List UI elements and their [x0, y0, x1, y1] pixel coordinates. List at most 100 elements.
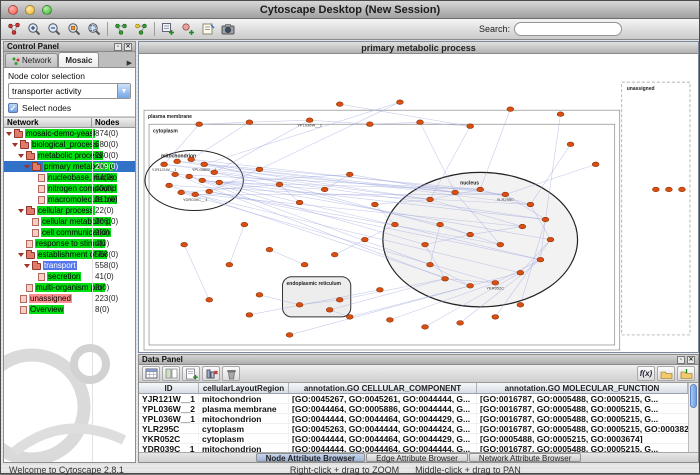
expand-toggle-icon[interactable] [18, 251, 25, 259]
network-edge[interactable] [191, 122, 249, 159]
network-edge[interactable] [259, 102, 400, 169]
network-node[interactable] [507, 107, 514, 112]
network-node[interactable] [527, 202, 534, 207]
network-node[interactable] [457, 321, 464, 326]
tree-item[interactable]: cell communication9(0) [4, 227, 135, 238]
select-nodes-checkbox[interactable]: ✓ [8, 103, 18, 113]
tab-node-attribute-browser[interactable]: Node Attribute Browser [256, 453, 366, 462]
network-node[interactable] [286, 333, 293, 338]
tree-item[interactable]: metabolic process280(0) [4, 150, 135, 161]
tree-item[interactable]: nitrogen compound m40(0) [4, 183, 135, 194]
network-node[interactable] [361, 237, 368, 242]
network-node[interactable] [652, 187, 659, 192]
network-node[interactable] [422, 325, 429, 330]
network-node[interactable] [519, 224, 526, 229]
tree-header-nodes[interactable]: Nodes [92, 118, 119, 127]
network-node[interactable] [427, 262, 434, 267]
network-node[interactable] [346, 315, 353, 320]
network-node[interactable] [178, 190, 185, 195]
network-node[interactable] [296, 200, 303, 205]
expand-toggle-icon[interactable] [12, 141, 19, 149]
tree-item[interactable]: establishment of locali558(0) [4, 249, 135, 260]
tree-item[interactable]: nucleobase, nucleosid64(0) [4, 172, 135, 183]
network-node[interactable] [206, 189, 213, 194]
select-neighbors-button[interactable] [131, 20, 151, 38]
network-node[interactable] [256, 167, 263, 172]
network-node[interactable] [497, 242, 504, 247]
network-node[interactable] [517, 270, 524, 275]
tree-item[interactable]: Overview8(0) [4, 304, 135, 315]
network-node[interactable] [366, 122, 373, 127]
close-panel-icon[interactable]: ✕ [124, 43, 132, 51]
expand-toggle-icon[interactable] [18, 207, 25, 215]
network-node[interactable] [188, 157, 195, 162]
network-node[interactable] [386, 318, 393, 323]
network-node[interactable] [216, 180, 223, 185]
table-row[interactable]: YDR039C__1mitochondrion[GO:0044444, GO:0… [139, 444, 698, 452]
network-node[interactable] [392, 222, 399, 227]
tree-item[interactable]: transport558(0) [4, 260, 135, 271]
network-node[interactable] [172, 172, 179, 177]
network-node[interactable] [477, 187, 484, 192]
table-row[interactable]: YJR121W__1mitochondrion[GO:0045267, GO:0… [139, 394, 698, 404]
expand-toggle-icon[interactable] [6, 130, 13, 138]
zoom-out-button[interactable] [44, 20, 64, 38]
network-node[interactable] [537, 257, 544, 262]
network-node[interactable] [166, 183, 173, 188]
column-header[interactable]: annotation.GO CELLULAR_COMPONENT [289, 383, 477, 393]
network-node[interactable] [246, 120, 253, 125]
network-node[interactable] [557, 112, 564, 117]
network-edge[interactable] [269, 250, 304, 265]
expand-toggle-icon[interactable] [24, 163, 31, 171]
network-node[interactable] [346, 172, 353, 177]
network-node[interactable] [517, 303, 524, 308]
trash-button[interactable] [222, 366, 240, 381]
scrollbar-thumb[interactable] [690, 384, 697, 408]
table-vertical-scrollbar[interactable] [688, 383, 698, 452]
window-titlebar[interactable]: Cytoscape Desktop (New Session) [1, 1, 699, 19]
column-header[interactable]: ID [139, 383, 199, 393]
zoom-selected-region-button[interactable] [64, 20, 84, 38]
network-node[interactable] [226, 262, 233, 267]
network-node[interactable] [321, 187, 328, 192]
float-panel-icon[interactable]: ▫ [677, 356, 685, 364]
zoom-in-button[interactable] [24, 20, 44, 38]
tab-network-attribute-browser[interactable]: Network Attribute Browser [469, 453, 581, 462]
zoom-fit-button[interactable] [84, 20, 104, 38]
network-node[interactable] [331, 252, 338, 257]
network-node[interactable] [592, 162, 599, 167]
select-attributes-button[interactable] [142, 366, 160, 381]
network-node[interactable] [452, 190, 459, 195]
tab-overflow-arrow[interactable]: ▶ [125, 59, 134, 67]
network-node[interactable] [422, 242, 429, 247]
function-builder-button[interactable]: f(x) [637, 366, 655, 381]
new-attribute-button[interactable] [182, 366, 200, 381]
network-node[interactable] [492, 315, 499, 320]
network-node[interactable] [326, 308, 333, 313]
column-header[interactable]: cellularLayoutRegion [199, 383, 289, 393]
expand-toggle-icon[interactable] [18, 152, 25, 160]
tree-item[interactable]: response to stimulus4(0) [4, 238, 135, 249]
node-color-select[interactable]: transporter activity ▼ [8, 83, 131, 99]
network-node[interactable] [206, 298, 213, 303]
table-row[interactable]: YPL036W__2plasma membrane[GO:0044464, GO… [139, 404, 698, 414]
network-node[interactable] [376, 287, 383, 292]
delete-attribute-button[interactable] [202, 366, 220, 381]
network-edge[interactable] [229, 225, 244, 265]
network-node[interactable] [196, 122, 203, 127]
expand-toggle-icon[interactable] [24, 262, 31, 270]
network-node[interactable] [266, 247, 273, 252]
network-edge[interactable] [184, 245, 209, 300]
network-node[interactable] [211, 170, 218, 175]
network-node[interactable] [427, 197, 434, 202]
network-node[interactable] [296, 303, 303, 308]
network-node[interactable] [199, 178, 206, 183]
close-panel-icon[interactable]: ✕ [687, 356, 695, 364]
network-node[interactable] [336, 298, 343, 303]
tree-header-network[interactable]: Network [4, 118, 92, 127]
show-all-nodes-button[interactable] [111, 20, 131, 38]
network-node[interactable] [442, 276, 449, 281]
export-attributes-button[interactable] [677, 366, 695, 381]
column-header[interactable]: annotation.GO MOLECULAR_FUNCTION [477, 383, 688, 393]
tree-item[interactable]: biological_process680(0) [4, 139, 135, 150]
